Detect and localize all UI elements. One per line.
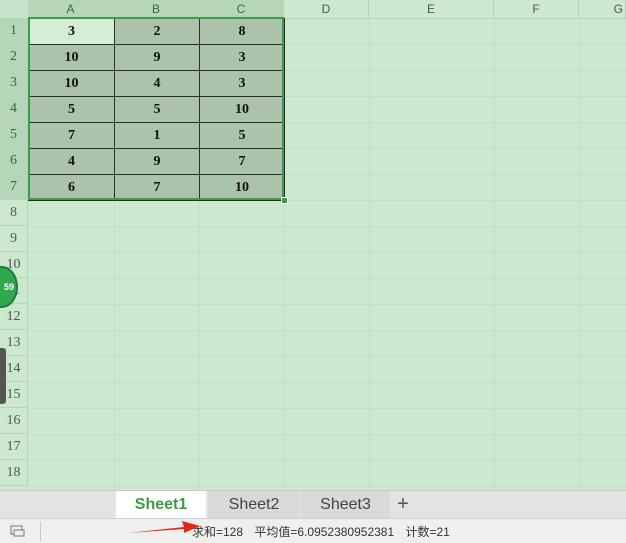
cell-a2[interactable]: 10 bbox=[28, 44, 115, 71]
gridline-horizontal bbox=[28, 278, 626, 279]
row-header-2[interactable]: 2 bbox=[0, 44, 28, 70]
cell-b5[interactable]: 1 bbox=[114, 122, 200, 149]
cell-a1[interactable]: 3 bbox=[28, 18, 115, 45]
spreadsheet-window: A B C D E F G 12345678910111213141516171… bbox=[0, 0, 626, 543]
row-header-7[interactable]: 7 bbox=[0, 174, 28, 200]
cell-a7[interactable]: 6 bbox=[28, 174, 115, 201]
gridline-vertical bbox=[369, 18, 370, 490]
data-grid: 3 2 8 10 9 3 10 4 3 5 5 10 7 1 5 4 9 7 6 7 10 bbox=[28, 18, 285, 201]
cell-b7[interactable]: 7 bbox=[114, 174, 200, 201]
cell-b4[interactable]: 5 bbox=[114, 96, 200, 123]
column-header-c[interactable]: C bbox=[199, 0, 284, 18]
gridline-horizontal bbox=[28, 486, 626, 487]
row-header-3[interactable]: 3 bbox=[0, 70, 28, 96]
cell-c7[interactable]: 10 bbox=[199, 174, 285, 201]
row-header-6[interactable]: 6 bbox=[0, 148, 28, 174]
table-row: 497 bbox=[28, 148, 285, 175]
cell-a5[interactable]: 7 bbox=[28, 122, 115, 149]
gridline-vertical bbox=[494, 18, 495, 490]
column-header-d[interactable]: D bbox=[284, 0, 369, 18]
status-bar: 求和=128 平均值=6.0952380952381 计数=21 bbox=[0, 518, 626, 543]
column-header-a[interactable]: A bbox=[28, 0, 114, 18]
gridline-vertical bbox=[579, 18, 580, 490]
cell-c3[interactable]: 3 bbox=[199, 70, 285, 97]
row-header-9[interactable]: 9 bbox=[0, 226, 28, 252]
gridline-horizontal bbox=[28, 226, 626, 227]
column-header-row: A B C D E F G bbox=[0, 0, 626, 19]
add-sheet-button[interactable]: + bbox=[392, 491, 414, 518]
cell-c5[interactable]: 5 bbox=[199, 122, 285, 149]
cell-a6[interactable]: 4 bbox=[28, 148, 115, 175]
status-average: 平均值=6.0952380952381 bbox=[254, 525, 395, 539]
red-arrow-annotation bbox=[128, 521, 200, 533]
floating-side-handle[interactable] bbox=[0, 348, 6, 404]
table-row: 715 bbox=[28, 122, 285, 149]
cell-a4[interactable]: 5 bbox=[28, 96, 115, 123]
column-header-e[interactable]: E bbox=[369, 0, 494, 18]
cell-c1[interactable]: 8 bbox=[199, 18, 285, 45]
selection-statistics: 求和=128 平均值=6.0952380952381 计数=21 bbox=[192, 519, 458, 543]
gridline-horizontal bbox=[28, 408, 626, 409]
tab-sheet2[interactable]: Sheet2 bbox=[208, 491, 300, 518]
cell-c6[interactable]: 7 bbox=[199, 148, 285, 175]
macro-record-icon[interactable] bbox=[10, 525, 26, 537]
row-header-18[interactable]: 18 bbox=[0, 460, 28, 486]
row-header-12[interactable]: 12 bbox=[0, 304, 28, 330]
table-row: 328 bbox=[28, 18, 285, 45]
row-header-4[interactable]: 4 bbox=[0, 96, 28, 122]
row-header-16[interactable]: 16 bbox=[0, 408, 28, 434]
status-count: 计数=21 bbox=[405, 525, 450, 539]
cell-b1[interactable]: 2 bbox=[114, 18, 200, 45]
row-header-5[interactable]: 5 bbox=[0, 122, 28, 148]
gridline-horizontal bbox=[28, 356, 626, 357]
cell-b3[interactable]: 4 bbox=[114, 70, 200, 97]
gridline-horizontal bbox=[28, 382, 626, 383]
table-row: 10 9 3 bbox=[28, 44, 285, 71]
column-header-f[interactable]: F bbox=[494, 0, 579, 18]
sheet-tab-bar: Sheet1 Sheet2 Sheet3 + bbox=[0, 490, 626, 519]
row-header-17[interactable]: 17 bbox=[0, 434, 28, 460]
gridline-horizontal bbox=[28, 252, 626, 253]
gridline-horizontal bbox=[28, 434, 626, 435]
select-all-corner[interactable] bbox=[0, 0, 29, 18]
column-header-b[interactable]: B bbox=[114, 0, 199, 18]
cell-b6[interactable]: 9 bbox=[114, 148, 200, 175]
status-separator bbox=[40, 522, 41, 541]
cell-b2[interactable]: 9 bbox=[114, 44, 200, 71]
tab-sheet1[interactable]: Sheet1 bbox=[116, 491, 206, 518]
table-row: 6 7 10 bbox=[28, 174, 285, 201]
cell-a3[interactable]: 10 bbox=[28, 70, 115, 97]
tab-sheet3[interactable]: Sheet3 bbox=[301, 491, 390, 518]
cell-c2[interactable]: 3 bbox=[199, 44, 285, 71]
fill-handle[interactable] bbox=[281, 197, 288, 204]
column-header-g[interactable]: G bbox=[579, 0, 626, 18]
gridline-horizontal bbox=[28, 460, 626, 461]
table-row: 5 5 10 bbox=[28, 96, 285, 123]
table-row: 10 4 3 bbox=[28, 70, 285, 97]
row-header-1[interactable]: 1 bbox=[0, 18, 28, 44]
cell-c4[interactable]: 10 bbox=[199, 96, 285, 123]
gridline-horizontal bbox=[28, 304, 626, 305]
row-header-8[interactable]: 8 bbox=[0, 200, 28, 226]
gridline-horizontal bbox=[28, 330, 626, 331]
